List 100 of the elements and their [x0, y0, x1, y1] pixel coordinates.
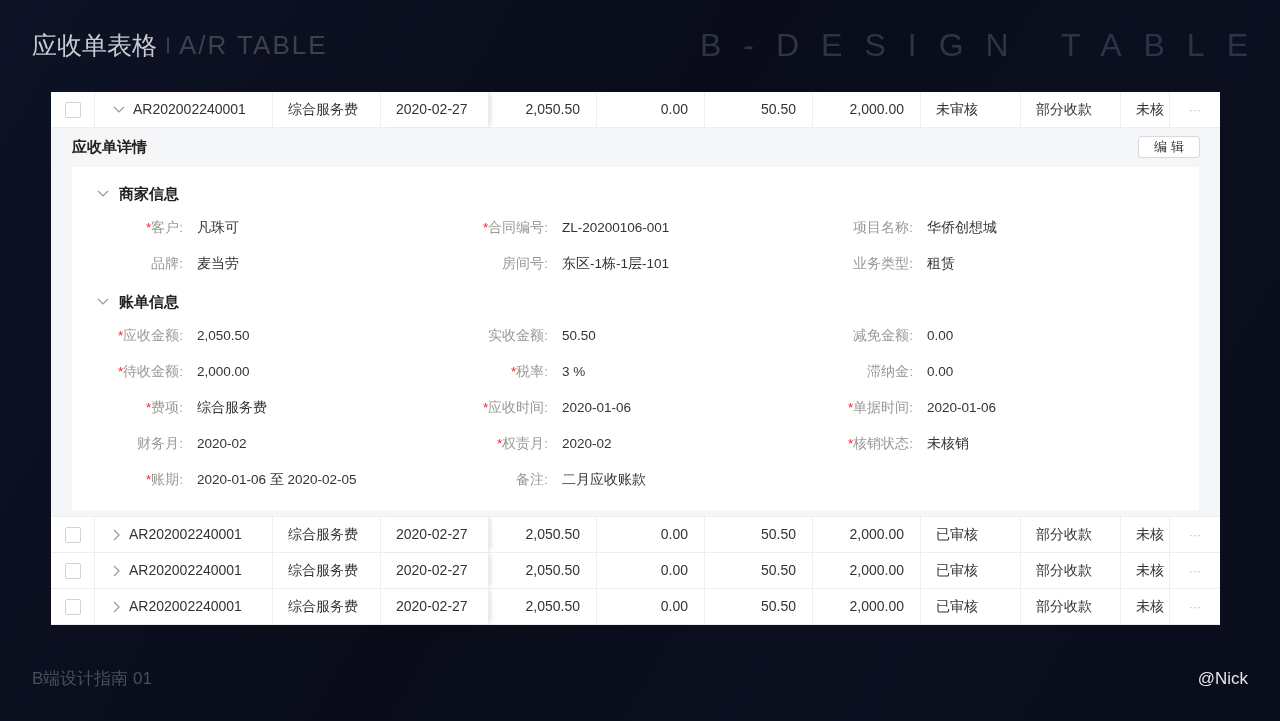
field-value: 华侨创想城: [927, 218, 997, 237]
chevron-down-icon[interactable]: [97, 298, 109, 306]
table-cell-text: 未核: [1136, 525, 1164, 544]
chevron-right-icon[interactable]: [113, 528, 121, 541]
edit-button[interactable]: 编 辑: [1138, 136, 1200, 158]
field-value: 2020-01-06: [562, 398, 632, 417]
field-value: 50.50: [562, 326, 596, 345]
field-label: *权责月:: [437, 433, 548, 455]
field-label: 品牌:: [150, 254, 183, 273]
field-label: *应收时间:: [437, 397, 548, 419]
required-marker: *: [482, 398, 489, 417]
field-label: 备注:: [515, 470, 548, 489]
field-label: *核销状态:: [802, 433, 913, 455]
field-label: 财务月:: [136, 434, 183, 453]
chevron-down-icon[interactable]: [97, 190, 109, 198]
table-cell-text: 0.00: [660, 100, 688, 119]
table-cell-text: 2,000.00: [849, 597, 904, 616]
table-cell-text: 2020-02-27: [396, 100, 468, 119]
checkbox[interactable]: [64, 526, 81, 543]
required-marker: *: [145, 470, 152, 489]
field-label: *待收金额:: [72, 361, 183, 383]
table-cell-text: 0.00: [660, 597, 688, 616]
author-text: @Nick: [1197, 667, 1248, 690]
field-label: *单据时间:: [802, 397, 913, 419]
table-cell-text: 2020-02-27: [396, 597, 468, 616]
table-cell-text: 已审核: [936, 597, 978, 616]
field-label: *费项:: [72, 397, 183, 419]
table-cell-text: 综合服务费: [288, 100, 358, 119]
table-cell-text: 2020-02-27: [396, 525, 468, 544]
table-cell-text: 50.50: [760, 100, 796, 119]
table-cell-text: 2,000.00: [849, 525, 904, 544]
table-cell-text: 已审核: [936, 561, 978, 580]
table-cell-text: 2,050.50: [525, 597, 580, 616]
title-divider: [167, 37, 169, 53]
field-value: ZL-20200106-001: [562, 218, 670, 237]
detail-title: 应收单详情: [72, 136, 147, 157]
table-cell-text: 2,000.00: [849, 561, 904, 580]
field-value: 0.00: [927, 362, 954, 381]
field-label: 实收金额:: [487, 326, 548, 345]
table-cell-text: 0.00: [660, 525, 688, 544]
table-cell-text: 部分收款: [1036, 525, 1092, 544]
table-cell-text: 2,000.00: [849, 100, 904, 119]
required-marker: *: [117, 326, 124, 345]
more-actions-button[interactable]: ···: [1189, 564, 1201, 577]
field-label: 滞纳金:: [866, 362, 913, 381]
field-value: 0.00: [927, 326, 954, 345]
field-value: 2020-02: [197, 434, 247, 453]
field-value: 未核销: [927, 434, 969, 453]
section-title: 商家信息: [119, 183, 179, 204]
field-value: 2020-02: [562, 434, 612, 453]
chevron-right-icon[interactable]: [113, 600, 121, 613]
table-cell-text: AR202002240001: [129, 597, 242, 616]
required-marker: *: [847, 398, 854, 417]
table-cell-text: 未核: [1136, 561, 1164, 580]
field-label: *应收金额:: [72, 325, 183, 347]
field-value: 2,050.50: [197, 326, 250, 345]
table-cell-text: 2020-02-27: [396, 561, 468, 580]
more-actions-button[interactable]: ···: [1189, 103, 1201, 116]
required-marker: *: [510, 362, 517, 381]
table-cell-text: 未核: [1136, 100, 1164, 119]
field-value: 麦当劳: [197, 254, 239, 273]
table-cell-text: 未审核: [936, 100, 978, 119]
table-cell-text: AR202002240001: [129, 525, 242, 544]
more-actions-button[interactable]: ···: [1189, 600, 1201, 613]
table-cell-text: 50.50: [760, 597, 796, 616]
table-cell-text: 50.50: [760, 561, 796, 580]
table-cell-text: 部分收款: [1036, 100, 1092, 119]
field-label: *税率:: [437, 361, 548, 383]
checkbox[interactable]: [64, 598, 81, 615]
chevron-down-icon[interactable]: [113, 105, 125, 114]
required-marker: *: [847, 434, 854, 453]
field-value: 2020-01-06 至 2020-02-05: [197, 470, 357, 489]
table-cell-text: AR202002240001: [133, 100, 246, 119]
field-label: *客户:: [72, 217, 183, 239]
table-cell-text: 2,050.50: [525, 561, 580, 580]
field-value: 3 %: [562, 362, 586, 381]
table-cell-text: 50.50: [760, 525, 796, 544]
checkbox[interactable]: [64, 562, 81, 579]
field-value: 二月应收账款: [562, 470, 646, 489]
field-value: 2020-01-06: [927, 398, 997, 417]
field-value: 租赁: [927, 254, 955, 273]
table-cell-text: AR202002240001: [129, 561, 242, 580]
table-cell-text: 2,050.50: [525, 100, 580, 119]
field-label: 减免金额:: [852, 326, 913, 345]
field-label: 项目名称:: [852, 218, 913, 237]
required-marker: *: [482, 218, 489, 237]
required-marker: *: [496, 434, 503, 453]
field-label: *账期:: [72, 469, 183, 491]
field-label: 房间号:: [501, 254, 548, 273]
table-cell-text: 部分收款: [1036, 561, 1092, 580]
table-cell-text: 综合服务费: [288, 525, 358, 544]
table-cell-text: 已审核: [936, 525, 978, 544]
chevron-right-icon[interactable]: [113, 564, 121, 577]
required-marker: *: [145, 398, 152, 417]
table-cell-text: 部分收款: [1036, 597, 1092, 616]
more-actions-button[interactable]: ···: [1189, 528, 1201, 541]
footer-text: B端设计指南 01: [32, 667, 152, 690]
field-label: *合同编号:: [437, 217, 548, 239]
required-marker: *: [145, 218, 152, 237]
checkbox[interactable]: [64, 101, 81, 118]
